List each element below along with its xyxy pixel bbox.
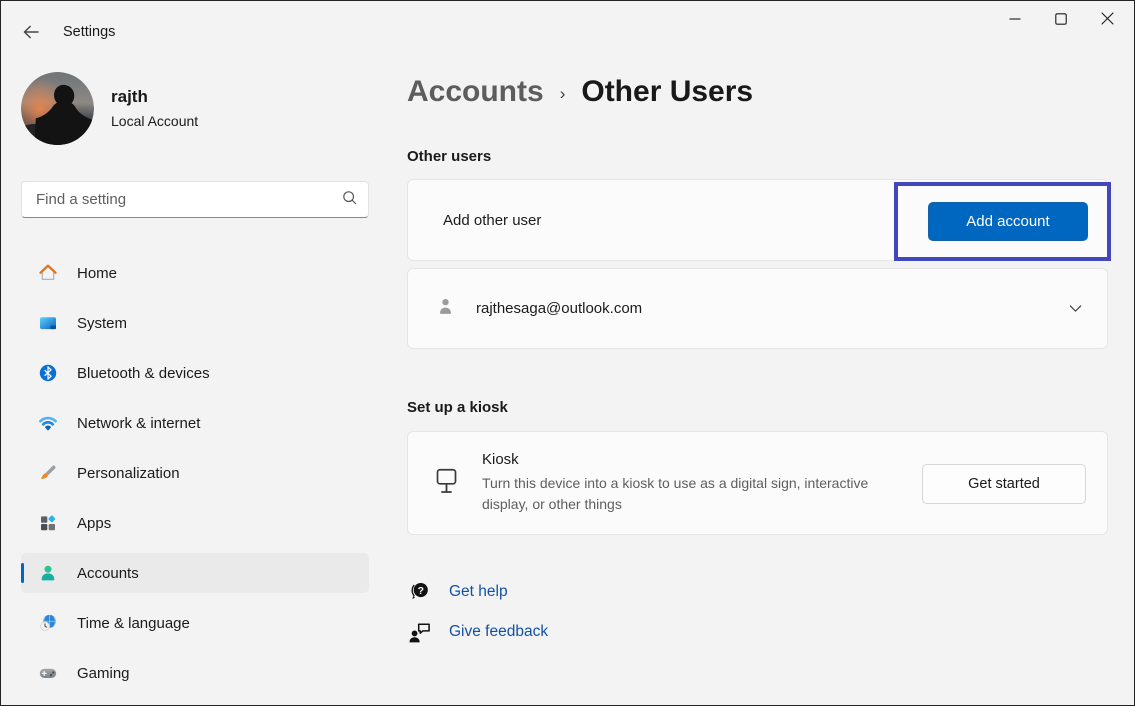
settings-window: Settings [0,0,1135,706]
account-email: rajthesaga@outlook.com [476,300,1068,317]
chevron-down-icon[interactable] [1068,301,1083,316]
sidebar-item-home[interactable]: Home [21,253,369,293]
close-icon [1101,12,1114,28]
minimize-icon [1009,13,1021,28]
sidebar-item-bluetooth-devices[interactable]: Bluetooth & devices [21,353,369,393]
get-help-icon: ? [407,579,433,605]
sidebar-item-label: System [77,315,127,332]
svg-text:?: ? [418,586,424,597]
bluetooth-icon [38,363,58,383]
page-title: Other Users [581,75,753,109]
window-title: Settings [63,24,115,40]
add-account-button[interactable]: Add account [928,202,1088,241]
sidebar-item-label: Network & internet [77,415,200,432]
maximize-button[interactable] [1038,1,1084,39]
sidebar-item-accounts[interactable]: Accounts [21,553,369,593]
sidebar-item-label: Apps [77,515,111,532]
breadcrumb-separator-icon: › [560,84,566,104]
sidebar-item-system[interactable]: System [21,303,369,343]
get-help-label: Get help [449,583,508,601]
titlebar: Settings [1,1,1134,49]
search-input[interactable] [36,191,341,208]
system-icon [38,313,58,333]
kiosk-text: Kiosk Turn this device into a kiosk to u… [482,451,912,515]
maximize-icon [1055,13,1067,28]
sidebar-item-time-language[interactable]: Time & language [21,603,369,643]
sidebar-item-label: Home [77,265,117,282]
get-started-button[interactable]: Get started [922,464,1086,504]
kiosk-icon [433,466,460,501]
gaming-icon [38,663,58,683]
profile-account-type: Local Account [111,113,198,129]
sidebar-item-apps[interactable]: Apps [21,503,369,543]
avatar [21,72,94,145]
kiosk-description: Turn this device into a kiosk to use as … [482,473,912,515]
back-button[interactable] [15,18,47,48]
other-users-heading: Other users [407,148,491,165]
apps-icon [38,513,58,533]
kiosk-heading: Set up a kiosk [407,399,508,416]
profile-name: rajth [111,87,148,107]
person-icon [435,296,456,322]
sidebar-item-gaming[interactable]: Gaming [21,653,369,693]
sidebar-item-label: Bluetooth & devices [77,365,210,382]
sidebar-item-label: Gaming [77,665,130,682]
search-icon [341,189,358,211]
search-box[interactable] [21,181,369,218]
personalization-icon [38,463,58,483]
minimize-button[interactable] [992,1,1038,39]
network-icon [38,413,58,433]
kiosk-row: Kiosk Turn this device into a kiosk to u… [407,431,1108,535]
sidebar-item-personalization[interactable]: Personalization [21,453,369,493]
breadcrumb: Accounts › Other Users [407,75,753,109]
time-language-icon [38,613,58,633]
add-other-user-label: Add other user [443,212,541,229]
get-help-link[interactable]: ? Get help [407,579,508,605]
accounts-icon [38,563,58,583]
give-feedback-link[interactable]: Give feedback [407,619,548,645]
sidebar-item-label: Personalization [77,465,180,482]
sidebar-item-label: Accounts [77,565,139,582]
kiosk-title: Kiosk [482,451,912,468]
window-controls [992,1,1130,39]
sidebar-item-label: Time & language [77,615,190,632]
account-row[interactable]: rajthesaga@outlook.com [407,268,1108,349]
give-feedback-label: Give feedback [449,623,548,641]
give-feedback-icon [407,619,433,645]
close-button[interactable] [1084,1,1130,39]
sidebar-item-network-internet[interactable]: Network & internet [21,403,369,443]
sidebar-nav: Home System Bluetooth & devices [21,253,369,703]
back-arrow-icon [21,22,41,45]
home-icon [38,263,58,283]
breadcrumb-parent[interactable]: Accounts [407,75,544,109]
